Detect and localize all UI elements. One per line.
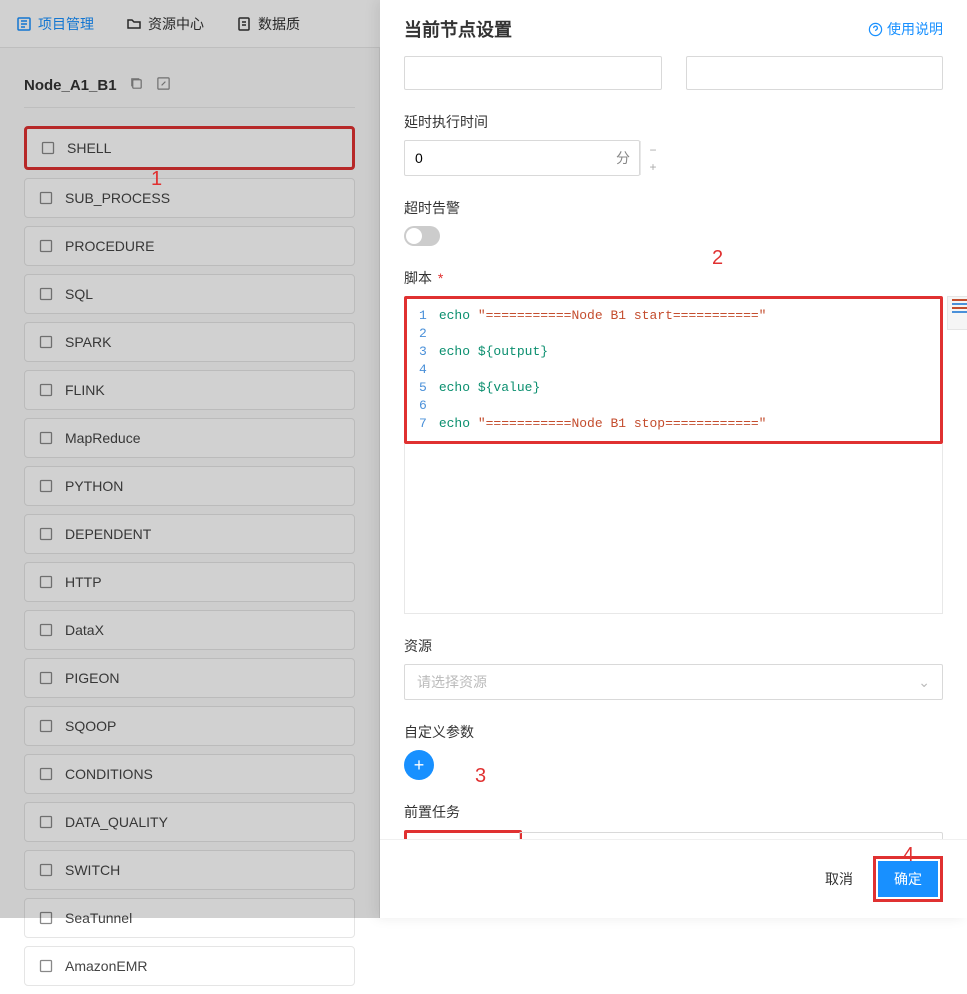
task-type-label: HTTP	[65, 574, 102, 590]
task-type-label: SeaTunnel	[65, 910, 132, 926]
task-type-icon	[37, 861, 55, 879]
task-type-pigeon[interactable]: PIGEON	[24, 658, 355, 698]
ok-button[interactable]: 确定	[878, 861, 938, 897]
task-type-shell[interactable]: SHELL	[24, 126, 355, 170]
task-type-label: AmazonEMR	[65, 958, 147, 974]
nav-resource[interactable]: 资源中心	[126, 14, 204, 34]
task-type-conditions[interactable]: CONDITIONS	[24, 754, 355, 794]
custom-param-label: 自定义参数	[404, 722, 943, 742]
delay-label: 延时执行时间	[404, 112, 943, 132]
delay-unit: 分	[606, 148, 640, 168]
task-type-icon	[37, 381, 55, 399]
task-type-icon	[37, 621, 55, 639]
pretask-label: 前置任务	[404, 802, 943, 822]
task-type-spark[interactable]: SPARK	[24, 322, 355, 362]
task-type-sub_process[interactable]: SUB_PROCESS	[24, 178, 355, 218]
task-type-switch[interactable]: SWITCH	[24, 850, 355, 890]
task-type-http[interactable]: HTTP	[24, 562, 355, 602]
drawer-title: 当前节点设置	[404, 16, 512, 42]
node-header: Node_A1_B1	[24, 64, 355, 108]
delay-field[interactable]	[405, 150, 606, 166]
task-type-label: PROCEDURE	[65, 238, 154, 254]
copy-icon[interactable]	[129, 76, 144, 95]
task-type-procedure[interactable]: PROCEDURE	[24, 226, 355, 266]
help-label: 使用说明	[887, 19, 943, 39]
resource-label: 资源	[404, 636, 943, 656]
nav-project[interactable]: 项目管理	[16, 14, 94, 34]
add-param-button[interactable]: +	[404, 750, 434, 780]
task-type-sql[interactable]: SQL	[24, 274, 355, 314]
help-link[interactable]: 使用说明	[868, 19, 943, 39]
task-type-icon	[37, 669, 55, 687]
stepper-minus-icon[interactable]: −	[641, 141, 665, 158]
task-type-datax[interactable]: DataX	[24, 610, 355, 650]
document-icon	[236, 16, 252, 32]
task-type-label: SQL	[65, 286, 93, 302]
cancel-button[interactable]: 取消	[821, 863, 857, 895]
timeout-label: 超时告警	[404, 198, 943, 218]
list-icon	[16, 16, 32, 32]
task-type-label: DataX	[65, 622, 104, 638]
task-type-dependent[interactable]: DEPENDENT	[24, 514, 355, 554]
nav-label: 数据质	[258, 14, 300, 34]
task-type-label: DATA_QUALITY	[65, 814, 168, 830]
task-type-label: FLINK	[65, 382, 105, 398]
task-type-mapreduce[interactable]: MapReduce	[24, 418, 355, 458]
task-type-label: PYTHON	[65, 478, 123, 494]
nav-label: 项目管理	[38, 14, 94, 34]
chevron-down-icon: ⌄	[918, 674, 930, 691]
task-type-icon	[37, 429, 55, 447]
empty-field-2[interactable]	[686, 56, 944, 90]
task-type-icon	[37, 717, 55, 735]
script-label: 脚本 *	[404, 268, 943, 288]
task-type-icon	[37, 525, 55, 543]
task-type-label: SHELL	[67, 140, 111, 156]
task-type-label: SPARK	[65, 334, 111, 350]
folder-icon	[126, 16, 142, 32]
task-type-label: PIGEON	[65, 670, 119, 686]
timeout-switch[interactable]	[404, 226, 440, 246]
edit-icon[interactable]	[156, 76, 171, 95]
task-type-label: MapReduce	[65, 430, 141, 446]
task-type-data_quality[interactable]: DATA_QUALITY	[24, 802, 355, 842]
resource-placeholder: 请选择资源	[417, 672, 487, 692]
task-type-label: SWITCH	[65, 862, 120, 878]
task-type-amazonemr[interactable]: AmazonEMR	[24, 946, 355, 986]
script-editor[interactable]: 1234567 echo "===========Node B1 start==…	[404, 296, 943, 444]
task-type-label: DEPENDENT	[65, 526, 151, 542]
task-type-list: SHELL SUB_PROCESS PROCEDURE SQL SPARK FLINK Ma…	[24, 126, 355, 994]
task-type-icon	[37, 333, 55, 351]
empty-field-1[interactable]	[404, 56, 662, 90]
task-type-sqoop[interactable]: SQOOP	[24, 706, 355, 746]
resource-select[interactable]: 请选择资源 ⌄	[404, 664, 943, 700]
task-type-icon	[37, 285, 55, 303]
task-type-icon	[37, 909, 55, 927]
task-type-icon	[37, 477, 55, 495]
task-type-label: CONDITIONS	[65, 766, 153, 782]
task-type-python[interactable]: PYTHON	[24, 466, 355, 506]
task-type-icon	[37, 573, 55, 591]
stepper-plus-icon[interactable]: +	[641, 158, 665, 175]
nav-label: 资源中心	[148, 14, 204, 34]
editor-empty-area[interactable]	[404, 444, 943, 614]
task-type-label: SQOOP	[65, 718, 116, 734]
task-type-icon	[39, 139, 57, 157]
code-minimap[interactable]	[947, 296, 967, 330]
task-type-label: SUB_PROCESS	[65, 190, 170, 206]
task-type-icon	[37, 189, 55, 207]
task-type-seatunnel[interactable]: SeaTunnel	[24, 898, 355, 938]
sidebar: Node_A1_B1 SHELL SUB_PROCESS PROCEDURE SQL S…	[0, 48, 380, 918]
task-type-icon	[37, 237, 55, 255]
task-type-icon	[37, 813, 55, 831]
task-type-icon	[37, 765, 55, 783]
task-type-flink[interactable]: FLINK	[24, 370, 355, 410]
nav-data-quality[interactable]: 数据质	[236, 14, 300, 34]
pretask-select[interactable]: ⌄	[519, 832, 943, 839]
node-settings-drawer: 当前节点设置 使用说明 延时执行时间 分 − + 超时告警	[380, 0, 967, 918]
node-title: Node_A1_B1	[24, 77, 117, 94]
task-type-icon	[37, 957, 55, 975]
delay-input[interactable]: 分 − +	[404, 140, 640, 176]
